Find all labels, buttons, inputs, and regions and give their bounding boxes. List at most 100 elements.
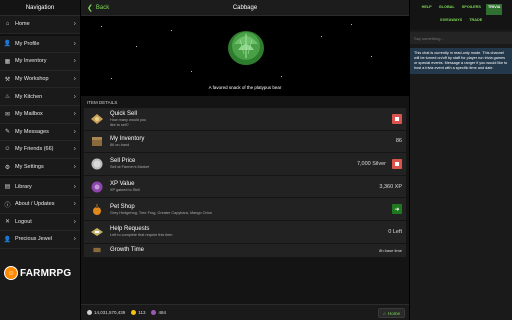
bottom-status-bar: 14,031,570,439 113 484 ⌂ Home [81, 304, 409, 320]
inventory-box-icon [92, 137, 102, 147]
nav-item-label: My Settings [15, 164, 44, 171]
tab-giveaways[interactable]: GIVEAWAYS [438, 17, 464, 28]
tab-spoilers[interactable]: SPOILERS [460, 4, 483, 15]
help-requests-value: 0 Left [388, 228, 402, 235]
item-hero [81, 16, 409, 96]
cart-icon [395, 161, 399, 166]
nav-item-logout[interactable]: ✕ Logout › [0, 214, 80, 232]
nav-item-settings[interactable]: ⚙ My Settings › [0, 159, 80, 177]
nav-item-user-profile[interactable]: 👤 Precious Jewel › [0, 231, 80, 249]
star-decoration [136, 46, 137, 47]
pet-shop-row[interactable]: Pet Shop Grey Hedgehog, Tree Frog, Great… [84, 198, 406, 221]
nav-item-about[interactable]: ⓘ About / Updates › [0, 196, 80, 214]
section-label: ITEM DETAILS [87, 100, 118, 105]
chevron-right-icon: › [73, 163, 76, 171]
chat-input-container [410, 32, 512, 44]
nav-item-label: My Messages [15, 128, 49, 135]
chevron-right-icon: › [73, 75, 76, 83]
chat-input[interactable] [414, 35, 512, 41]
star-decoration [101, 26, 102, 27]
tab-help[interactable]: HELP [420, 4, 434, 15]
arrow-right-icon: ➜ [394, 206, 400, 213]
chevron-right-icon: › [73, 20, 76, 28]
gold-amount: 113 [138, 310, 146, 315]
row-title: My Inventory [110, 135, 145, 142]
nav-item-home[interactable]: ⌂ Home › [0, 16, 80, 34]
sell-price-value: 7,000 Silver [356, 160, 386, 167]
row-subtitle: 86 on-hand [110, 142, 130, 147]
chevron-right-icon: › [73, 128, 76, 136]
other-amount: 484 [158, 310, 166, 315]
star-decoration [321, 36, 322, 37]
quick-sell-icon [91, 113, 103, 124]
home-icon: ⌂ [383, 310, 386, 316]
nav-item-label: My Workshop [15, 76, 49, 83]
nav-item-label: My Profile [15, 40, 40, 47]
xp-value: 3,360 XP [379, 183, 402, 190]
inventory-icon: ▦ [4, 58, 11, 65]
nav-item-label: Logout [15, 218, 32, 225]
tab-trade[interactable]: TRADE [467, 17, 484, 28]
nav-item-profile[interactable]: 👤 My Profile › [0, 36, 80, 54]
library-icon: ▤ [4, 184, 11, 191]
tab-trivia[interactable]: TRIVIA [485, 4, 503, 15]
nav-item-label: My Friends (66) [15, 146, 54, 153]
silver-coin-icon [91, 158, 103, 170]
quick-sell-row[interactable]: Quick Sell How many would you like to se… [84, 108, 406, 131]
nav-item-label: About / Updates [15, 201, 55, 208]
user-icon: 👤 [3, 236, 12, 243]
info-icon: ⓘ [4, 202, 11, 209]
row-title: Quick Sell [110, 110, 138, 117]
row-text: XP Value XP gained to Skill [110, 181, 406, 192]
settings-icon: ⚙ [4, 164, 11, 171]
row-subtitle: XP gained to Skill [110, 188, 140, 193]
home-button[interactable]: ⌂ Home [378, 308, 405, 318]
navigation-panel: Navigation ⌂ Home › 👤 My Profile › ▦ My … [0, 0, 81, 320]
friends-icon: ☺ [4, 146, 11, 153]
nav-item-label: My Mailbox [15, 111, 43, 118]
nav-item-messages[interactable]: ✎ My Messages › [0, 124, 80, 142]
row-subtitle: like to sell? [110, 122, 129, 127]
pet-shop-icon [93, 204, 101, 216]
cabbage-image [228, 31, 264, 65]
chevron-right-icon: › [73, 235, 76, 243]
nav-title: Navigation [0, 0, 80, 16]
item-description: A favored snack of the platypus bear [208, 85, 282, 90]
nav-item-kitchen[interactable]: ♨ My Kitchen › [0, 88, 80, 106]
chat-tabs: HELP GLOBAL SPOILERS TRIVIA GIVEAWAYS TR… [410, 0, 512, 30]
nav-item-inventory[interactable]: ▦ My Inventory › [0, 53, 80, 71]
sell-price-row[interactable]: Sell Price Sell at Farmer's Market 7,000… [84, 153, 406, 176]
app-root: Navigation ⌂ Home › 👤 My Profile › ▦ My … [0, 0, 512, 320]
chevron-right-icon: › [73, 57, 76, 65]
other-stat: 484 [151, 310, 166, 315]
home-icon: ⌂ [5, 21, 10, 28]
logo-mascot-icon: ☺ [4, 266, 18, 280]
help-requests-row: Help Requests Left to complete that requ… [84, 220, 406, 244]
nav-item-library[interactable]: ▤ Library › [0, 178, 80, 196]
close-icon: ✕ [4, 219, 11, 226]
growth-time-icon [93, 247, 101, 253]
inventory-count: 86 [395, 138, 402, 145]
row-title: Growth Time [110, 247, 145, 254]
star-decoration [281, 76, 282, 77]
silver-amount: 14,031,570,439 [94, 310, 126, 315]
nav-item-friends[interactable]: ☺ My Friends (66) › [0, 141, 80, 159]
home-label: Home [387, 310, 400, 316]
silver-stat: 14,031,570,439 [87, 310, 125, 315]
nav-item-workshop[interactable]: ⚒ My Workshop › [0, 71, 80, 89]
item-details-list: Quick Sell How many would you like to se… [84, 108, 406, 258]
sell-button[interactable] [392, 158, 402, 169]
chevron-right-icon: › [73, 200, 76, 208]
row-title: Pet Shop [110, 203, 135, 210]
growth-time-row: Growth Time 8h base time [84, 243, 406, 258]
quick-sell-button[interactable] [392, 113, 402, 124]
nav-item-mailbox[interactable]: ✉ My Mailbox › [0, 106, 80, 124]
workshop-icon: ⚒ [4, 76, 11, 83]
row-text: Quick Sell How many would you like to se… [110, 111, 406, 127]
row-text: Help Requests Left to complete that requ… [110, 226, 406, 237]
nav-item-label: My Inventory [15, 58, 47, 65]
pet-shop-go-button[interactable]: ➜ [392, 204, 402, 215]
row-title: Help Requests [110, 226, 150, 233]
row-text: My Inventory 86 on-hand [110, 136, 406, 147]
tab-global[interactable]: GLOBAL [437, 4, 457, 15]
